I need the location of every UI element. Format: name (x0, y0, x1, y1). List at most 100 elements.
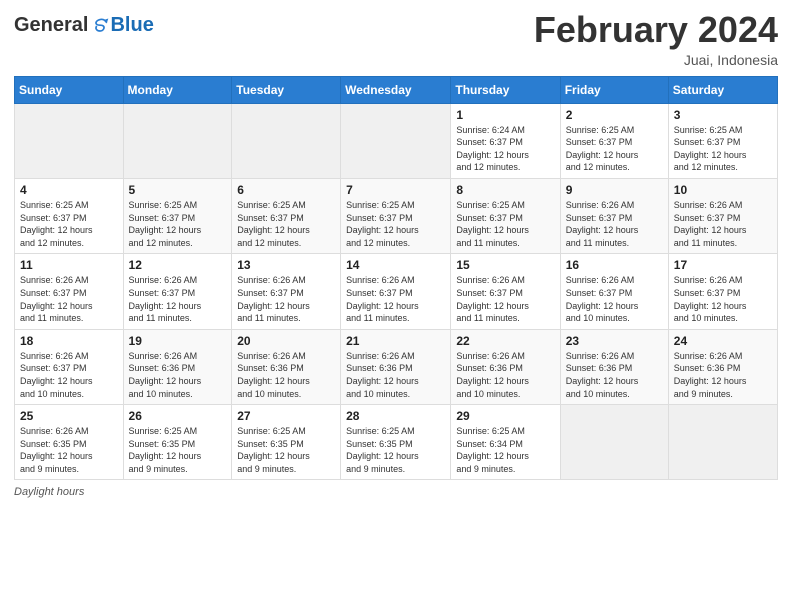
calendar-cell: 28Sunrise: 6:25 AM Sunset: 6:35 PM Dayli… (341, 405, 451, 480)
day-header-tuesday: Tuesday (232, 76, 341, 103)
day-info: Sunrise: 6:24 AM Sunset: 6:37 PM Dayligh… (456, 124, 554, 174)
calendar-cell (668, 405, 777, 480)
day-number: 26 (129, 409, 227, 423)
day-number: 13 (237, 258, 335, 272)
calendar-week-row: 18 Sunrise: 6:26 AM Sunset: 6:37 PM Dayli… (15, 329, 778, 404)
calendar-table: SundayMondayTuesdayWednesdayThursdayFrid… (14, 76, 778, 481)
calendar-cell (341, 103, 451, 178)
calendar-cell: 13 Sunrise: 6:26 AM Sunset: 6:37 PM Dayli… (232, 254, 341, 329)
logo-blue-text: Blue (110, 14, 153, 37)
day-number: 23 (566, 334, 663, 348)
day-info: Sunrise: 6:26 AM Sunset: 6:37 PM Dayligh… (20, 350, 118, 400)
day-number: 14 (346, 258, 445, 272)
calendar-cell: 21 Sunrise: 6:26 AM Sunset: 6:36 PM Dayli… (341, 329, 451, 404)
day-header-friday: Friday (560, 76, 668, 103)
calendar-cell: 25 Sunrise: 6:26 AM Sunset: 6:35 PM Dayli… (15, 405, 124, 480)
day-info: Sunrise: 6:26 AM Sunset: 6:37 PM Dayligh… (237, 274, 335, 324)
calendar-week-row: 1 Sunrise: 6:24 AM Sunset: 6:37 PM Daylig… (15, 103, 778, 178)
calendar-cell: 26 Sunrise: 6:25 AM Sunset: 6:35 PM Dayli… (123, 405, 232, 480)
day-header-wednesday: Wednesday (341, 76, 451, 103)
day-number: 27 (237, 409, 335, 423)
page: General Blue February 2024 Juai, Indones… (0, 0, 792, 612)
day-number: 7 (346, 183, 445, 197)
day-info: Sunrise: 6:26 AM Sunset: 6:37 PM Dayligh… (566, 199, 663, 249)
calendar-cell: 18 Sunrise: 6:26 AM Sunset: 6:37 PM Dayli… (15, 329, 124, 404)
day-header-sunday: Sunday (15, 76, 124, 103)
calendar-cell: 20 Sunrise: 6:26 AM Sunset: 6:36 PM Dayli… (232, 329, 341, 404)
day-number: 25 (20, 409, 118, 423)
day-number: 12 (129, 258, 227, 272)
day-number: 4 (20, 183, 118, 197)
calendar-cell: 5Sunrise: 6:25 AM Sunset: 6:37 PM Daylig… (123, 178, 232, 253)
footer: Daylight hours (14, 486, 778, 498)
day-info: Sunrise: 6:26 AM Sunset: 6:36 PM Dayligh… (456, 350, 554, 400)
calendar-cell: 15 Sunrise: 6:26 AM Sunset: 6:37 PM Dayli… (451, 254, 560, 329)
calendar-cell: 24Sunrise: 6:26 AM Sunset: 6:36 PM Dayli… (668, 329, 777, 404)
day-info: Sunrise: 6:25 AM Sunset: 6:35 PM Dayligh… (129, 425, 227, 475)
day-number: 9 (566, 183, 663, 197)
calendar-cell: 2 Sunrise: 6:25 AM Sunset: 6:37 PM Daylig… (560, 103, 668, 178)
day-info: Sunrise: 6:25 AM Sunset: 6:34 PM Dayligh… (456, 425, 554, 475)
day-number: 15 (456, 258, 554, 272)
day-number: 22 (456, 334, 554, 348)
day-number: 18 (20, 334, 118, 348)
day-info: Sunrise: 6:25 AM Sunset: 6:35 PM Dayligh… (237, 425, 335, 475)
day-number: 2 (566, 108, 663, 122)
day-header-monday: Monday (123, 76, 232, 103)
day-info: Sunrise: 6:26 AM Sunset: 6:37 PM Dayligh… (129, 274, 227, 324)
calendar-week-row: 25 Sunrise: 6:26 AM Sunset: 6:35 PM Dayli… (15, 405, 778, 480)
day-number: 10 (674, 183, 772, 197)
calendar-cell: 22 Sunrise: 6:26 AM Sunset: 6:36 PM Dayli… (451, 329, 560, 404)
day-info: Sunrise: 6:26 AM Sunset: 6:37 PM Dayligh… (456, 274, 554, 324)
day-number: 1 (456, 108, 554, 122)
calendar-cell: 12 Sunrise: 6:26 AM Sunset: 6:37 PM Dayli… (123, 254, 232, 329)
day-info: Sunrise: 6:25 AM Sunset: 6:37 PM Dayligh… (674, 124, 772, 174)
day-number: 3 (674, 108, 772, 122)
calendar-cell: 8 Sunrise: 6:25 AM Sunset: 6:37 PM Daylig… (451, 178, 560, 253)
logo-bird-icon (90, 16, 110, 36)
day-number: 6 (237, 183, 335, 197)
day-number: 29 (456, 409, 554, 423)
day-number: 8 (456, 183, 554, 197)
logo-text: General Blue (14, 14, 154, 37)
month-title: February 2024 (534, 10, 778, 50)
calendar-week-row: 4 Sunrise: 6:25 AM Sunset: 6:37 PM Daylig… (15, 178, 778, 253)
calendar-cell: 19Sunrise: 6:26 AM Sunset: 6:36 PM Dayli… (123, 329, 232, 404)
day-info: Sunrise: 6:26 AM Sunset: 6:37 PM Dayligh… (20, 274, 118, 324)
day-number: 20 (237, 334, 335, 348)
calendar-cell: 9 Sunrise: 6:26 AM Sunset: 6:37 PM Daylig… (560, 178, 668, 253)
calendar-header-row: SundayMondayTuesdayWednesdayThursdayFrid… (15, 76, 778, 103)
day-number: 5 (129, 183, 227, 197)
calendar-week-row: 11 Sunrise: 6:26 AM Sunset: 6:37 PM Dayli… (15, 254, 778, 329)
footer-label: Daylight hours (14, 486, 84, 498)
day-header-thursday: Thursday (451, 76, 560, 103)
header: General Blue February 2024 Juai, Indones… (14, 10, 778, 68)
calendar-cell: 1 Sunrise: 6:24 AM Sunset: 6:37 PM Daylig… (451, 103, 560, 178)
day-info: Sunrise: 6:26 AM Sunset: 6:35 PM Dayligh… (20, 425, 118, 475)
calendar-cell: 17Sunrise: 6:26 AM Sunset: 6:37 PM Dayli… (668, 254, 777, 329)
calendar-cell: 11 Sunrise: 6:26 AM Sunset: 6:37 PM Dayli… (15, 254, 124, 329)
calendar-cell: 3 Sunrise: 6:25 AM Sunset: 6:37 PM Daylig… (668, 103, 777, 178)
calendar-cell (123, 103, 232, 178)
day-info: Sunrise: 6:26 AM Sunset: 6:37 PM Dayligh… (674, 274, 772, 324)
day-info: Sunrise: 6:26 AM Sunset: 6:36 PM Dayligh… (566, 350, 663, 400)
day-info: Sunrise: 6:26 AM Sunset: 6:37 PM Dayligh… (566, 274, 663, 324)
day-number: 24 (674, 334, 772, 348)
day-number: 21 (346, 334, 445, 348)
title-section: February 2024 Juai, Indonesia (534, 10, 778, 68)
calendar-cell: 23 Sunrise: 6:26 AM Sunset: 6:36 PM Dayli… (560, 329, 668, 404)
logo-general-text: General (14, 14, 88, 37)
day-info: Sunrise: 6:26 AM Sunset: 6:36 PM Dayligh… (346, 350, 445, 400)
day-info: Sunrise: 6:26 AM Sunset: 6:37 PM Dayligh… (346, 274, 445, 324)
calendar-cell: 4 Sunrise: 6:25 AM Sunset: 6:37 PM Daylig… (15, 178, 124, 253)
day-info: Sunrise: 6:25 AM Sunset: 6:37 PM Dayligh… (566, 124, 663, 174)
day-number: 11 (20, 258, 118, 272)
calendar-cell: 16 Sunrise: 6:26 AM Sunset: 6:37 PM Dayli… (560, 254, 668, 329)
subtitle: Juai, Indonesia (534, 52, 778, 68)
calendar-cell: 29 Sunrise: 6:25 AM Sunset: 6:34 PM Dayli… (451, 405, 560, 480)
day-header-saturday: Saturday (668, 76, 777, 103)
day-number: 16 (566, 258, 663, 272)
day-info: Sunrise: 6:25 AM Sunset: 6:37 PM Dayligh… (20, 199, 118, 249)
day-info: Sunrise: 6:25 AM Sunset: 6:37 PM Dayligh… (456, 199, 554, 249)
day-info: Sunrise: 6:26 AM Sunset: 6:36 PM Dayligh… (237, 350, 335, 400)
